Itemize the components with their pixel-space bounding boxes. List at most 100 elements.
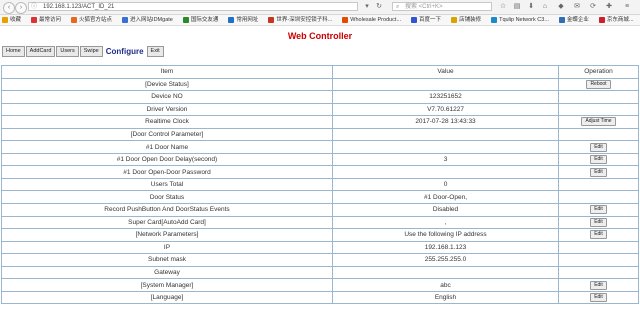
- bookmark-item[interactable]: 店铺装修: [449, 15, 481, 25]
- page-title: Web Controller: [287, 31, 353, 41]
- bookmark-item[interactable]: 金蝶企业: [557, 15, 589, 25]
- edit-button[interactable]: Edit: [590, 142, 607, 152]
- value-cell: [332, 165, 559, 179]
- search-input[interactable]: ⌕ 搜索 <Ctrl+K>: [392, 2, 492, 11]
- download-icon[interactable]: ⬇: [526, 2, 536, 12]
- operation-cell: Edit: [558, 165, 639, 179]
- bookmark-icon: [71, 17, 78, 23]
- table-row: #1 Door Name Edit: [1, 140, 639, 154]
- value-cell: 0: [332, 177, 559, 192]
- operation-cell: [558, 190, 639, 204]
- table-row: Device NO 123251652: [1, 90, 639, 104]
- item-cell: Users Total: [1, 177, 333, 192]
- bookmark-item[interactable]: Wholesale Product...: [340, 15, 401, 25]
- table-header-row: Item Value Operation: [1, 65, 639, 79]
- item-cell: [Network Parameters]: [1, 228, 333, 242]
- operation-cell: [558, 177, 639, 192]
- back-icon[interactable]: ‹: [3, 2, 15, 14]
- search-icon: ⌕: [396, 4, 400, 10]
- edit-button[interactable]: Edit: [590, 167, 607, 177]
- bookmark-item[interactable]: Tqulip Network C3...: [489, 15, 549, 25]
- chat-icon[interactable]: ✉: [572, 2, 582, 12]
- operation-cell: Edit: [558, 290, 639, 305]
- sync-icon[interactable]: ⟳: [588, 2, 598, 12]
- table-row: Realtime Clock 2017-07-28 13:43:33 Adjust …: [1, 115, 639, 129]
- addon-icon[interactable]: ◆: [556, 2, 566, 12]
- item-cell: #1 Door Open-Door Password: [1, 165, 333, 179]
- tab-users[interactable]: Users: [56, 46, 79, 57]
- bookmark-item[interactable]: 收藏: [0, 15, 21, 25]
- bookmark-item[interactable]: 京东商城...: [597, 15, 634, 25]
- bookmark-icon: [342, 17, 349, 23]
- bookmark-item[interactable]: 火狐官方站点: [69, 15, 112, 25]
- operation-cell: [558, 265, 639, 280]
- extension-icon[interactable]: ✚: [604, 2, 614, 12]
- value-cell: 3: [332, 152, 559, 167]
- bookmark-item[interactable]: 国际交友通: [181, 15, 218, 25]
- value-cell: #1 Door-Open,: [332, 190, 559, 204]
- edit-button[interactable]: Edit: [590, 280, 607, 290]
- star-icon[interactable]: ☆: [498, 2, 508, 12]
- table-row: Record PushButton And DoorStatus Events D…: [1, 203, 639, 217]
- reload-icon[interactable]: ↻: [374, 2, 384, 12]
- menu-icon[interactable]: ≡: [622, 2, 632, 12]
- bookmark-item[interactable]: 最常访问: [29, 15, 61, 25]
- bookmark-icon: [182, 17, 189, 23]
- edit-button[interactable]: Edit: [590, 230, 607, 240]
- bookmark-item[interactable]: 进入网站IDMgate: [120, 15, 173, 25]
- item-cell: Super Card[AutoAdd Card]: [1, 215, 333, 230]
- address-text: 192.168.1.123/ACT_ID_21: [43, 4, 115, 10]
- table-row: [Language] English Edit: [1, 290, 639, 305]
- table-row: Subnet mask 255.255.255.0: [1, 253, 639, 267]
- reboot-button[interactable]: Reboot: [586, 79, 611, 89]
- item-cell: #1 Door Name: [1, 140, 333, 154]
- value-cell: abc: [332, 278, 559, 292]
- reading-list-icon[interactable]: ▤: [512, 2, 522, 12]
- edit-button[interactable]: Edit: [590, 155, 607, 165]
- item-cell: [Door Control Parameter]: [1, 127, 333, 142]
- tab-configure[interactable]: Configure: [104, 46, 146, 57]
- tab-exit[interactable]: Exit: [146, 46, 164, 57]
- forward-icon[interactable]: ›: [15, 2, 27, 14]
- bookmark-icon: [122, 17, 129, 23]
- table-row: #1 Door Open-Door Password Edit: [1, 165, 639, 179]
- value-cell: 123251652: [332, 90, 559, 104]
- page-info-icon: ⓘ: [31, 4, 38, 10]
- operation-cell: [558, 240, 639, 255]
- home-icon[interactable]: ⌂: [540, 2, 550, 12]
- bookmark-icon: [2, 17, 8, 23]
- edit-button[interactable]: Edit: [590, 293, 607, 303]
- tab-addcard[interactable]: AddCard: [25, 46, 56, 57]
- dropdown-icon[interactable]: ▾: [362, 2, 372, 12]
- edit-button[interactable]: Edit: [590, 217, 607, 227]
- operation-cell: Adjust Time: [558, 115, 639, 129]
- search-placeholder: 搜索 <Ctrl+K>: [405, 4, 443, 10]
- adjust-time-button[interactable]: Adjust Time: [581, 117, 616, 127]
- tab-home[interactable]: Home: [2, 46, 25, 57]
- bookmark-label: Tqulip Network C3...: [499, 17, 549, 23]
- table-row: Driver Version V7.70.61227: [1, 102, 639, 117]
- table-row: [Door Control Parameter]: [1, 127, 639, 142]
- bookmark-item[interactable]: 世界-深圳安控锁子科...: [266, 15, 332, 25]
- operation-cell: Edit: [558, 140, 639, 154]
- operation-cell: Edit: [558, 228, 639, 242]
- bookmark-icon: [268, 17, 275, 23]
- bookmark-icon: [451, 17, 458, 23]
- edit-button[interactable]: Edit: [590, 205, 607, 215]
- bookmark-item[interactable]: 百度一下: [409, 15, 441, 25]
- item-cell: Record PushButton And DoorStatus Events: [1, 203, 333, 217]
- value-cell: [332, 77, 559, 92]
- tab-swipe[interactable]: Swipe: [79, 46, 103, 57]
- bookmark-icon: [598, 17, 605, 23]
- table-row: Gateway: [1, 265, 639, 280]
- bookmark-item[interactable]: 常用网址: [226, 15, 258, 25]
- item-cell: Subnet mask: [1, 253, 333, 267]
- operation-cell: Edit: [558, 215, 639, 230]
- bookmark-icon: [491, 17, 498, 23]
- table-row: Users Total 0: [1, 177, 639, 192]
- browser-toolbar: ‹ › ⓘ 192.168.1.123/ACT_ID_21 ▾ ↻ ⌕ 搜索 <…: [0, 0, 640, 15]
- item-cell: #1 Door Open Door Delay(second): [1, 152, 333, 167]
- nav-tabs: Home AddCard Users Swipe Configure Exit: [2, 46, 165, 57]
- table-row: IP 192.168.1.123: [1, 240, 639, 255]
- address-bar[interactable]: ⓘ 192.168.1.123/ACT_ID_21: [28, 2, 358, 11]
